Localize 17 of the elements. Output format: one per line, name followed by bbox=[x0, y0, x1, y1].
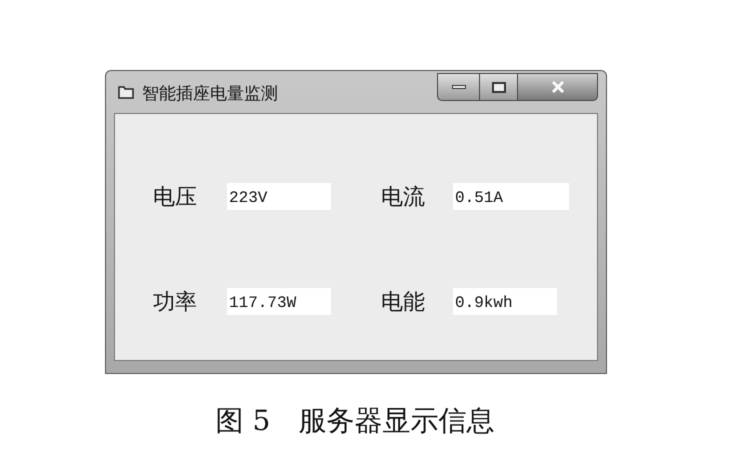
field-label: 电压 bbox=[153, 183, 198, 211]
value-field[interactable]: 117.73W bbox=[227, 288, 331, 315]
maximize-button[interactable] bbox=[480, 73, 518, 101]
close-button[interactable] bbox=[518, 73, 598, 101]
close-icon bbox=[550, 81, 564, 93]
minimize-icon bbox=[452, 85, 466, 89]
field-label: 功率 bbox=[153, 288, 198, 316]
window-title: 智能插座电量监测 bbox=[142, 83, 278, 105]
value-field[interactable]: 0.51A bbox=[453, 183, 569, 210]
figure-caption: 图 5 服务器显示信息 bbox=[216, 403, 494, 439]
maximize-icon bbox=[492, 82, 506, 92]
folder-icon bbox=[118, 85, 134, 99]
field-label: 电流 bbox=[381, 183, 426, 211]
field-label: 电能 bbox=[381, 288, 426, 316]
value-field[interactable]: 223V bbox=[227, 183, 331, 210]
value-field[interactable]: 0.9kwh bbox=[453, 288, 557, 315]
minimize-button[interactable] bbox=[437, 73, 480, 101]
